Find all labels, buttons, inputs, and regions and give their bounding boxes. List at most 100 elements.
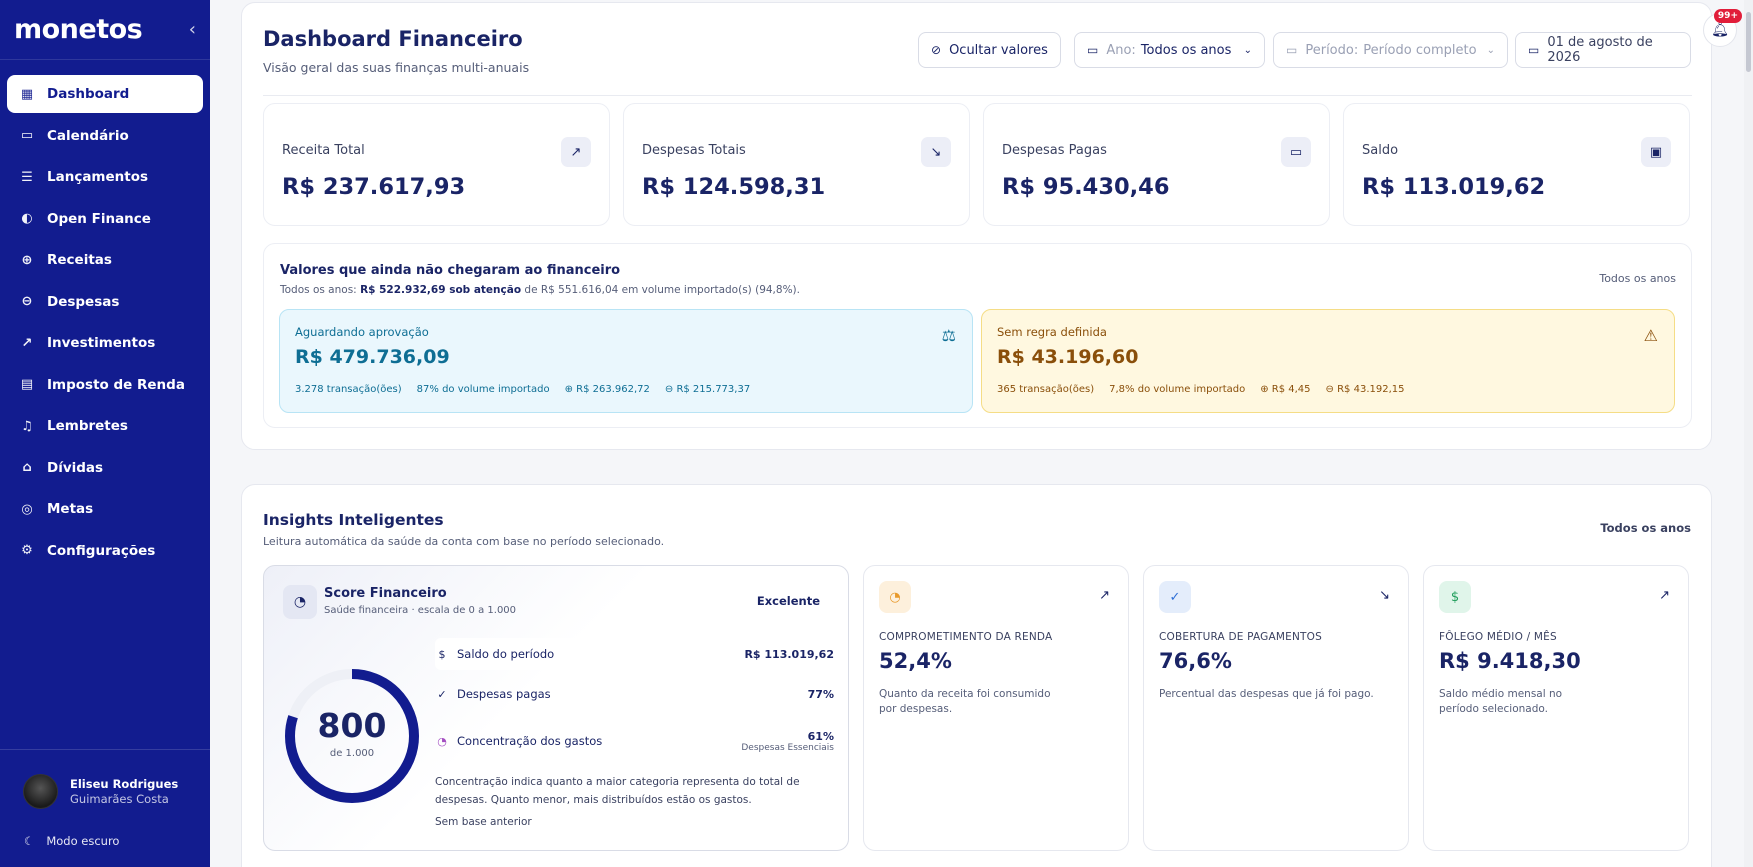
scrollbar[interactable] bbox=[1744, 0, 1753, 867]
app-logo[interactable]: monetos bbox=[14, 14, 143, 45]
no-rule-box[interactable]: Sem regra definida R$ 43.196,60 ⚠ 365 tr… bbox=[981, 309, 1675, 413]
score-badge: Excelente bbox=[748, 591, 828, 611]
metric-label: Saldo do período bbox=[457, 647, 555, 661]
hide-values-label: Ocultar valores bbox=[949, 42, 1048, 58]
plus-circle-icon: ⊕ bbox=[564, 384, 577, 395]
sidebar-item-lembretes[interactable]: ♫ Lembretes bbox=[7, 407, 203, 445]
period-select[interactable]: ▭ Período: Período completo ⌄ bbox=[1273, 32, 1508, 68]
awaiting-label: Aguardando aprovação bbox=[295, 325, 429, 339]
page-title: Dashboard Financeiro bbox=[263, 27, 523, 51]
user-surname: Guimarães Costa bbox=[70, 791, 169, 806]
norule-value: R$ 43.196,60 bbox=[997, 346, 1139, 368]
sidebar-item-investimentos[interactable]: ↗ Investimentos bbox=[7, 324, 203, 362]
sidebar-item-dividas[interactable]: ⌂ Dívidas bbox=[7, 449, 203, 487]
sidebar-item-label: Dívidas bbox=[47, 459, 104, 476]
bank-icon: ⌂ bbox=[22, 460, 32, 475]
sidebar-item-open-finance[interactable]: ◐ Open Finance bbox=[7, 200, 203, 238]
sidebar: monetos ‹ ▦ Dashboard ▭ Calendário ☰ Lançam… bbox=[0, 0, 210, 867]
insight-label: FÔLEGO MÉDIO / MÊS bbox=[1439, 631, 1557, 643]
sidebar-item-despesas[interactable]: ⊖ Despesas bbox=[7, 283, 203, 321]
notifications-button[interactable]: 🔔︎ 99+ bbox=[1703, 9, 1742, 47]
trend-down-icon: ↘ bbox=[1379, 588, 1390, 603]
metric-label: Despesas pagas bbox=[457, 687, 551, 701]
insight-label: COBERTURA DE PAGAMENTOS bbox=[1159, 631, 1322, 643]
sidebar-footer: Eliseu Rodrigues Guimarães Costa ☾ Modo … bbox=[0, 749, 210, 867]
hide-values-button[interactable]: ⊘ Ocultar valores bbox=[918, 32, 1061, 68]
awaiting-out: ⊖ R$ 215.773,37 bbox=[665, 384, 750, 395]
minus-circle-icon: ⊖ bbox=[1325, 384, 1338, 395]
scale-icon: ⚖ bbox=[941, 326, 956, 345]
gauge-icon: ◔ bbox=[283, 585, 317, 619]
kpi-label: Despesas Pagas bbox=[1002, 143, 1107, 158]
sidebar-item-lancamentos[interactable]: ☰ Lançamentos bbox=[7, 158, 203, 196]
sidebar-item-label: Calendário bbox=[47, 127, 129, 144]
sidebar-item-imposto-de-renda[interactable]: ▤ Imposto de Renda bbox=[7, 366, 203, 404]
norule-out-value: R$ 43.192,15 bbox=[1337, 384, 1405, 395]
warning-icon: ⚠ bbox=[1643, 326, 1658, 345]
trend-down-icon: ↘ bbox=[921, 137, 951, 167]
insight-folego: $ ↗ FÔLEGO MÉDIO / MÊS R$ 9.418,30 Saldo… bbox=[1423, 565, 1689, 851]
sidebar-item-metas[interactable]: ◎ Metas bbox=[7, 490, 203, 528]
sidebar-item-label: Despesas bbox=[47, 293, 120, 310]
sidebar-item-label: Configurações bbox=[47, 542, 156, 559]
scrollbar-thumb[interactable] bbox=[1746, 12, 1751, 72]
pending-title: Valores que ainda não chegaram ao financ… bbox=[280, 263, 621, 278]
dark-mode-toggle[interactable]: ☾ Modo escuro bbox=[24, 834, 119, 848]
metric-value: 61% bbox=[807, 729, 834, 743]
kpi-despesas-totais: Despesas Totais ↘ R$ 124.598,31 bbox=[623, 103, 970, 226]
score-nobase: Sem base anterior bbox=[435, 816, 532, 828]
pending-desc-prefix: Todos os anos: bbox=[280, 284, 357, 296]
moon-icon: ☾ bbox=[24, 834, 35, 848]
chevron-down-icon: ⌄ bbox=[1243, 44, 1252, 56]
awaiting-meta: 3.278 transação(ões) 87% do volume impor… bbox=[295, 384, 750, 395]
sidebar-item-label: Lançamentos bbox=[47, 169, 149, 185]
kpi-label: Receita Total bbox=[282, 143, 365, 158]
sidebar-nav: ▦ Dashboard ▭ Calendário ☰ Lançamentos ◐ Ope… bbox=[0, 60, 210, 570]
sidebar-item-calendario[interactable]: ▭ Calendário bbox=[7, 117, 203, 155]
sidebar-item-configuracoes[interactable]: ⚙ Configurações bbox=[7, 532, 203, 570]
pie-icon: ◔ bbox=[879, 581, 911, 613]
trend-up-icon: ↗ bbox=[1659, 588, 1670, 603]
year-select[interactable]: ▭ Ano: Todos os anos ⌄ bbox=[1074, 32, 1265, 68]
insight-label: COMPROMETIMENTO DA RENDA bbox=[879, 631, 1053, 643]
insight-desc: Saldo médio mensal no período selecionad… bbox=[1439, 688, 1563, 715]
bell-icon: 🔔︎ bbox=[1711, 22, 1729, 38]
kpi-receita-total: Receita Total ↗ R$ 237.617,93 bbox=[263, 103, 610, 226]
calendar-icon: ▭ bbox=[1528, 43, 1540, 57]
metric-saldo-periodo: $ Saldo do período R$ 113.019,62 bbox=[435, 638, 834, 670]
avatar[interactable] bbox=[23, 774, 58, 809]
metric-value: R$ 113.019,62 bbox=[744, 647, 834, 661]
list-icon: ☰ bbox=[21, 169, 33, 185]
user-name: Eliseu Rodrigues bbox=[70, 776, 179, 791]
metric-value: 77% bbox=[807, 687, 834, 701]
sidebar-item-dashboard[interactable]: ▦ Dashboard bbox=[7, 75, 203, 113]
insights-year: Todos os anos bbox=[1600, 521, 1691, 535]
norule-transactions: 365 transação(ões) bbox=[997, 384, 1095, 395]
insight-value: R$ 9.418,30 bbox=[1439, 649, 1581, 673]
insight-desc: Quanto da receita foi consumido por desp… bbox=[879, 688, 1051, 715]
insights-card: Insights Inteligentes Leitura automática… bbox=[241, 484, 1712, 867]
date-picker[interactable]: ▭ 01 de agosto de 2026 bbox=[1515, 32, 1691, 68]
period-value: Período completo bbox=[1363, 42, 1477, 58]
awaiting-approval-box[interactable]: Aguardando aprovação R$ 479.736,09 ⚖ 3.2… bbox=[279, 309, 973, 413]
bell-icon: ♫ bbox=[21, 418, 33, 434]
metric-value-block: 61% Despesas Essenciais bbox=[741, 730, 834, 753]
sidebar-item-label: Metas bbox=[47, 501, 94, 517]
kpi-value: R$ 124.598,31 bbox=[642, 174, 826, 200]
period-prefix: Período: bbox=[1305, 42, 1359, 58]
trend-up-icon: ↗ bbox=[561, 137, 591, 167]
insights-subtitle: Leitura automática da saúde da conta com… bbox=[263, 535, 665, 548]
divider bbox=[263, 95, 1692, 96]
kpi-saldo: Saldo ▣ R$ 113.019,62 bbox=[1343, 103, 1690, 226]
user-profile[interactable]: Eliseu Rodrigues Guimarães Costa bbox=[0, 750, 210, 809]
kpi-value: R$ 113.019,62 bbox=[1362, 174, 1546, 200]
calendar-icon: ▭ bbox=[1087, 43, 1099, 57]
sidebar-item-receitas[interactable]: ⊕ Receitas bbox=[7, 241, 203, 279]
score-gauge: 800 de 1.000 bbox=[282, 666, 422, 806]
plus-circle-icon: ⊕ bbox=[1260, 384, 1272, 395]
gear-icon: ⚙ bbox=[21, 543, 33, 558]
chevron-left-icon[interactable]: ‹ bbox=[189, 19, 196, 40]
kpi-label: Saldo bbox=[1362, 143, 1399, 158]
pending-description: Todos os anos: R$ 522.932,69 sob atenção… bbox=[280, 284, 800, 296]
awaiting-in: ⊕ R$ 263.962,72 bbox=[565, 384, 650, 395]
